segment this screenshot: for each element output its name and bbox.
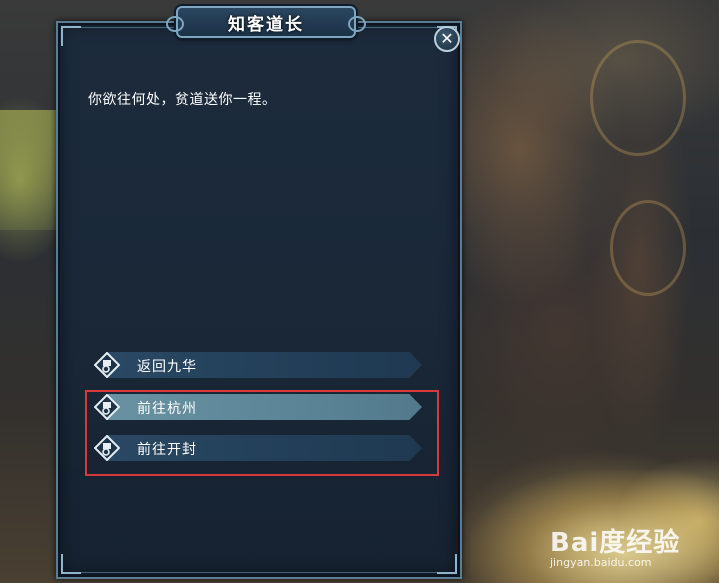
corner-ornament	[61, 554, 81, 574]
watermark-logo: Bai度经验	[550, 528, 681, 558]
annotation-highlight-box	[85, 390, 439, 476]
watermark-url: jingyan.baidu.com	[550, 556, 652, 569]
dialog-title-plate: 知客道长	[166, 6, 366, 38]
npc-dialog-message: 你欲往何处，贫道送你一程。	[88, 92, 277, 108]
background-carving	[590, 40, 686, 156]
option-label: 返回九华	[137, 359, 197, 375]
baidu-jingyan-watermark: Bai度经验 jingyan.baidu.com	[550, 522, 715, 577]
corner-ornament	[61, 26, 81, 46]
close-button[interactable]: ✕	[434, 26, 460, 52]
npc-name-title: 知客道长	[228, 14, 304, 35]
background-lantern	[0, 110, 60, 230]
close-icon: ✕	[440, 29, 454, 48]
option-return-jiuhua[interactable]: 返回九华	[92, 350, 422, 380]
corner-ornament	[437, 554, 457, 574]
teleport-diamond-icon	[94, 352, 120, 378]
background-carving	[610, 200, 686, 296]
game-scene: 知客道长 ✕ 你欲往何处，贫道送你一程。 返回九华 前往杭州 前往开封 Bai度…	[0, 0, 719, 583]
title-wing-ornament	[348, 16, 366, 32]
panel-ornament-bottom	[64, 560, 454, 573]
title-wing-ornament	[166, 16, 184, 32]
